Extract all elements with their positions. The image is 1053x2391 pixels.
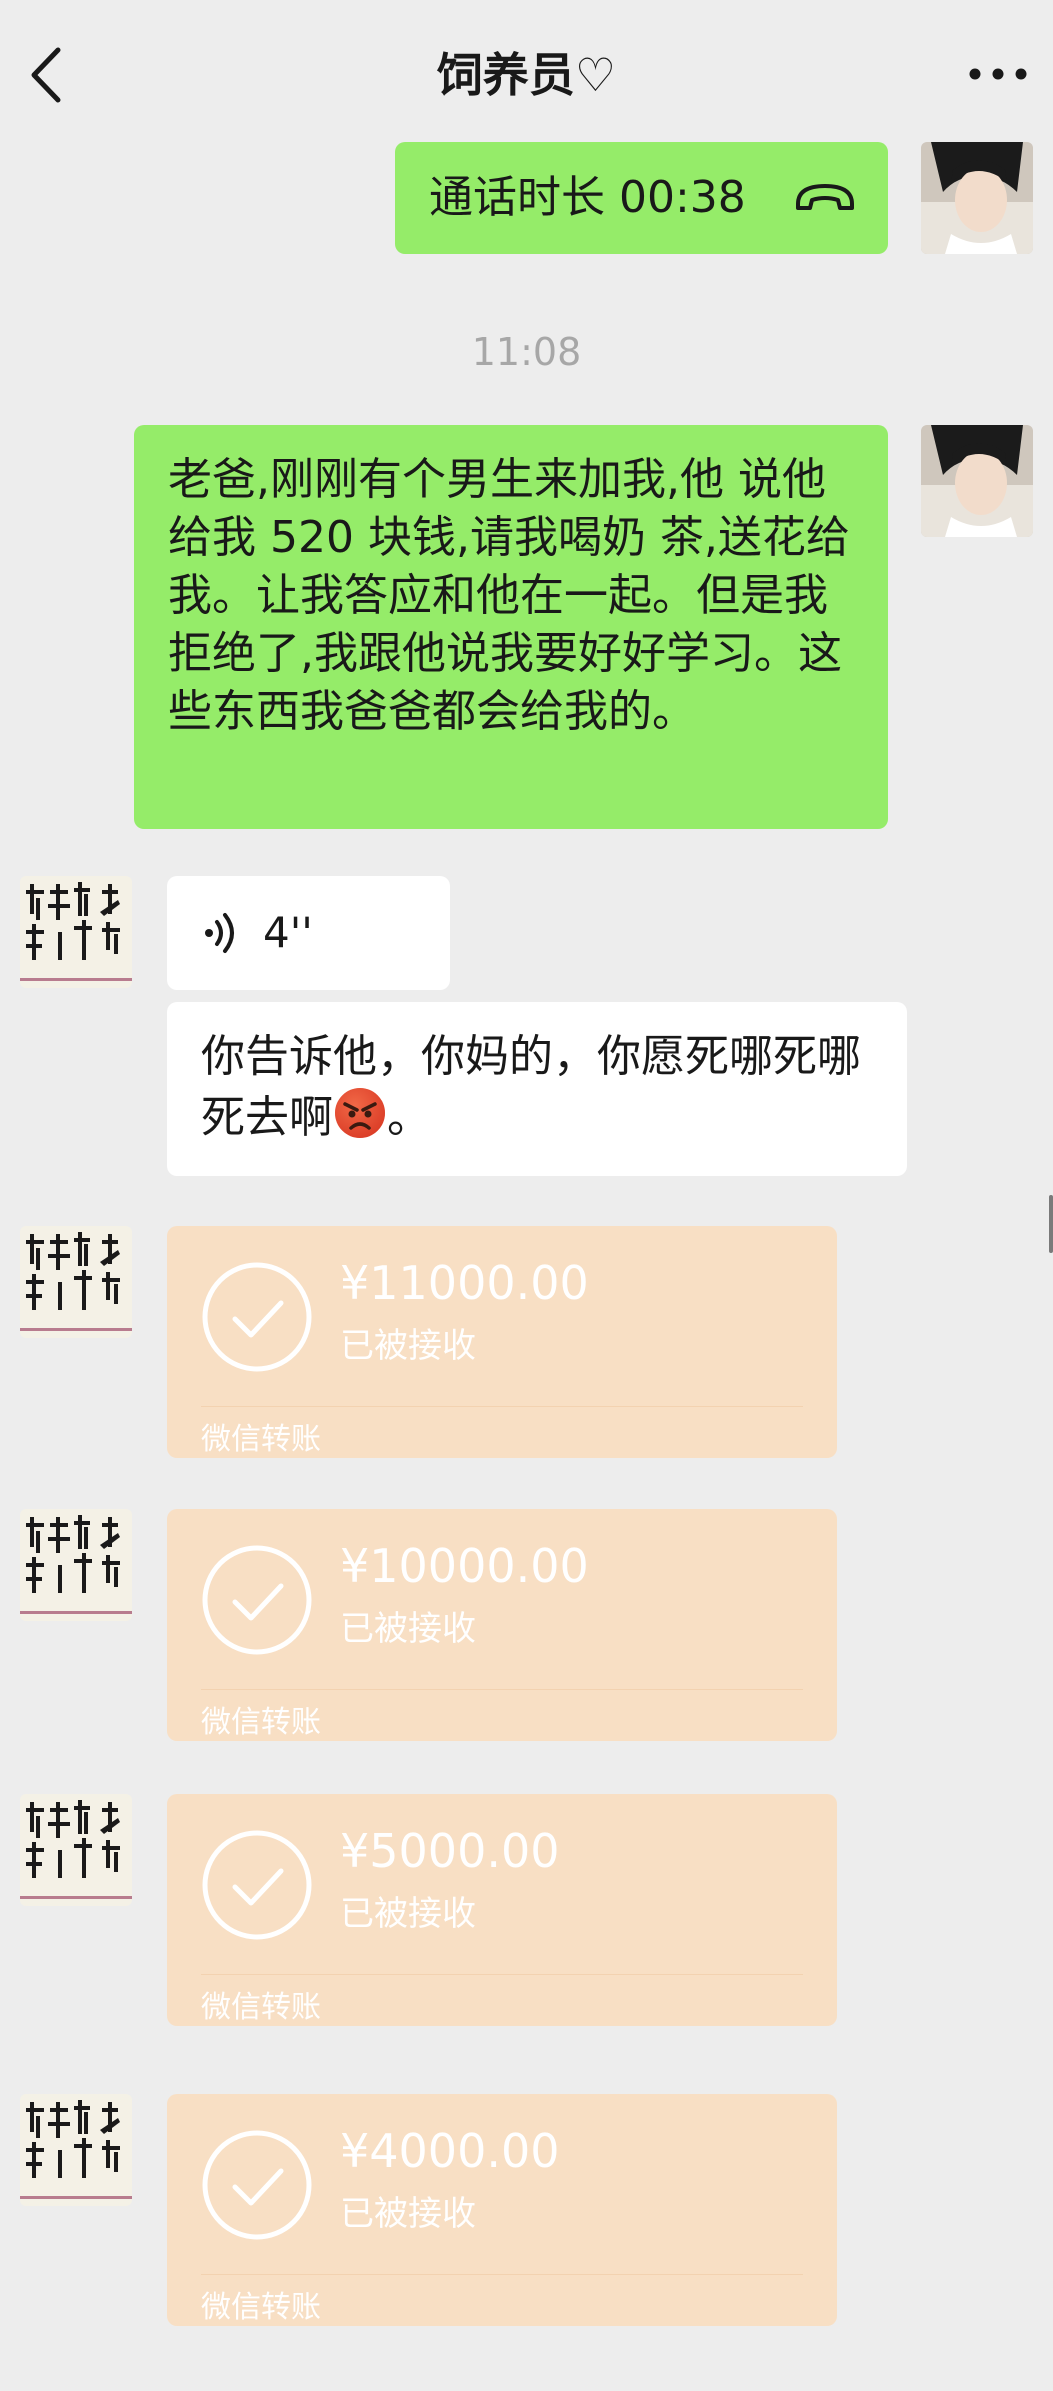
back-button[interactable] bbox=[22, 42, 72, 108]
received-message-bubble[interactable]: 你告诉他，你妈的，你愿死哪死哪死去啊。 bbox=[167, 1002, 907, 1176]
self-avatar[interactable] bbox=[921, 425, 1033, 537]
transfer-card[interactable]: ¥5000.00 已被接收 微信转账 bbox=[167, 1794, 837, 2026]
chat-header: 饲养员♡ bbox=[0, 0, 1053, 150]
transfer-status: 已被接收 bbox=[340, 1609, 476, 1649]
calligraphy-avatar-image bbox=[20, 2094, 132, 2206]
transfer-footer: 微信转账 bbox=[201, 2290, 321, 2325]
call-duration-bubble[interactable]: 通话时长 00:38 bbox=[395, 142, 888, 254]
transfer-amount: ¥4000.00 bbox=[340, 2124, 560, 2178]
transfer-status: 已被接收 bbox=[340, 2194, 476, 2234]
transfer-footer: 微信转账 bbox=[201, 1990, 321, 2025]
check-circle-icon bbox=[202, 1262, 312, 1372]
phone-hangup-icon bbox=[796, 184, 854, 210]
more-options-button[interactable] bbox=[963, 50, 1033, 98]
chevron-left-icon bbox=[31, 47, 61, 103]
voice-duration: 4'' bbox=[263, 908, 313, 957]
transfer-amount: ¥10000.00 bbox=[340, 1539, 589, 1593]
sent-message-bubble[interactable]: 老爸,刚刚有个男生来加我,他 说他给我 520 块钱,请我喝奶 茶,送花给我。让… bbox=[134, 425, 888, 829]
sent-message-text: 老爸,刚刚有个男生来加我,他 说他给我 520 块钱,请我喝奶 茶,送花给我。让… bbox=[168, 454, 850, 737]
calligraphy-avatar-image bbox=[20, 876, 132, 988]
message-timestamp: 11:08 bbox=[471, 330, 582, 374]
transfer-divider bbox=[201, 2274, 803, 2275]
transfer-card[interactable]: ¥4000.00 已被接收 微信转账 bbox=[167, 2094, 837, 2326]
calligraphy-avatar-image bbox=[20, 1226, 132, 1338]
check-circle-icon bbox=[202, 1830, 312, 1940]
contact-avatar[interactable] bbox=[20, 1794, 132, 1906]
transfer-divider bbox=[201, 1406, 803, 1407]
check-circle-icon bbox=[202, 2130, 312, 2240]
transfer-footer: 微信转账 bbox=[201, 1705, 321, 1740]
chat-title: 饲养员♡ bbox=[436, 48, 617, 102]
received-message-text: 你告诉他，你妈的，你愿死哪死哪死去啊。 bbox=[201, 1028, 891, 1155]
contact-avatar[interactable] bbox=[20, 876, 132, 988]
received-text-main: 你告诉他，你妈的，你愿死哪死哪死去啊 bbox=[201, 1031, 861, 1143]
transfer-amount: ¥11000.00 bbox=[340, 1256, 589, 1310]
transfer-footer: 微信转账 bbox=[201, 1422, 321, 1457]
self-avatar[interactable] bbox=[921, 142, 1033, 254]
transfer-status: 已被接收 bbox=[340, 1326, 476, 1366]
transfer-divider bbox=[201, 1689, 803, 1690]
scroll-indicator[interactable] bbox=[1049, 1195, 1053, 1253]
contact-avatar[interactable] bbox=[20, 1226, 132, 1338]
voice-message-bubble[interactable]: 4'' bbox=[167, 876, 450, 990]
calligraphy-avatar-image bbox=[20, 1509, 132, 1621]
transfer-divider bbox=[201, 1974, 803, 1975]
received-text-tail: 。 bbox=[387, 1092, 431, 1143]
contact-avatar[interactable] bbox=[20, 1509, 132, 1621]
transfer-status: 已被接收 bbox=[340, 1894, 476, 1934]
more-dots-icon bbox=[969, 68, 1027, 80]
calligraphy-avatar-image bbox=[20, 1794, 132, 1906]
transfer-card[interactable]: ¥11000.00 已被接收 微信转账 bbox=[167, 1226, 837, 1458]
check-circle-icon bbox=[202, 1545, 312, 1655]
call-duration-text: 通话时长 00:38 bbox=[429, 172, 746, 223]
voice-wave-icon bbox=[205, 913, 234, 953]
angry-face-emoji-icon bbox=[333, 1086, 387, 1155]
transfer-card[interactable]: ¥10000.00 已被接收 微信转账 bbox=[167, 1509, 837, 1741]
contact-avatar[interactable] bbox=[20, 2094, 132, 2206]
transfer-amount: ¥5000.00 bbox=[340, 1824, 560, 1878]
